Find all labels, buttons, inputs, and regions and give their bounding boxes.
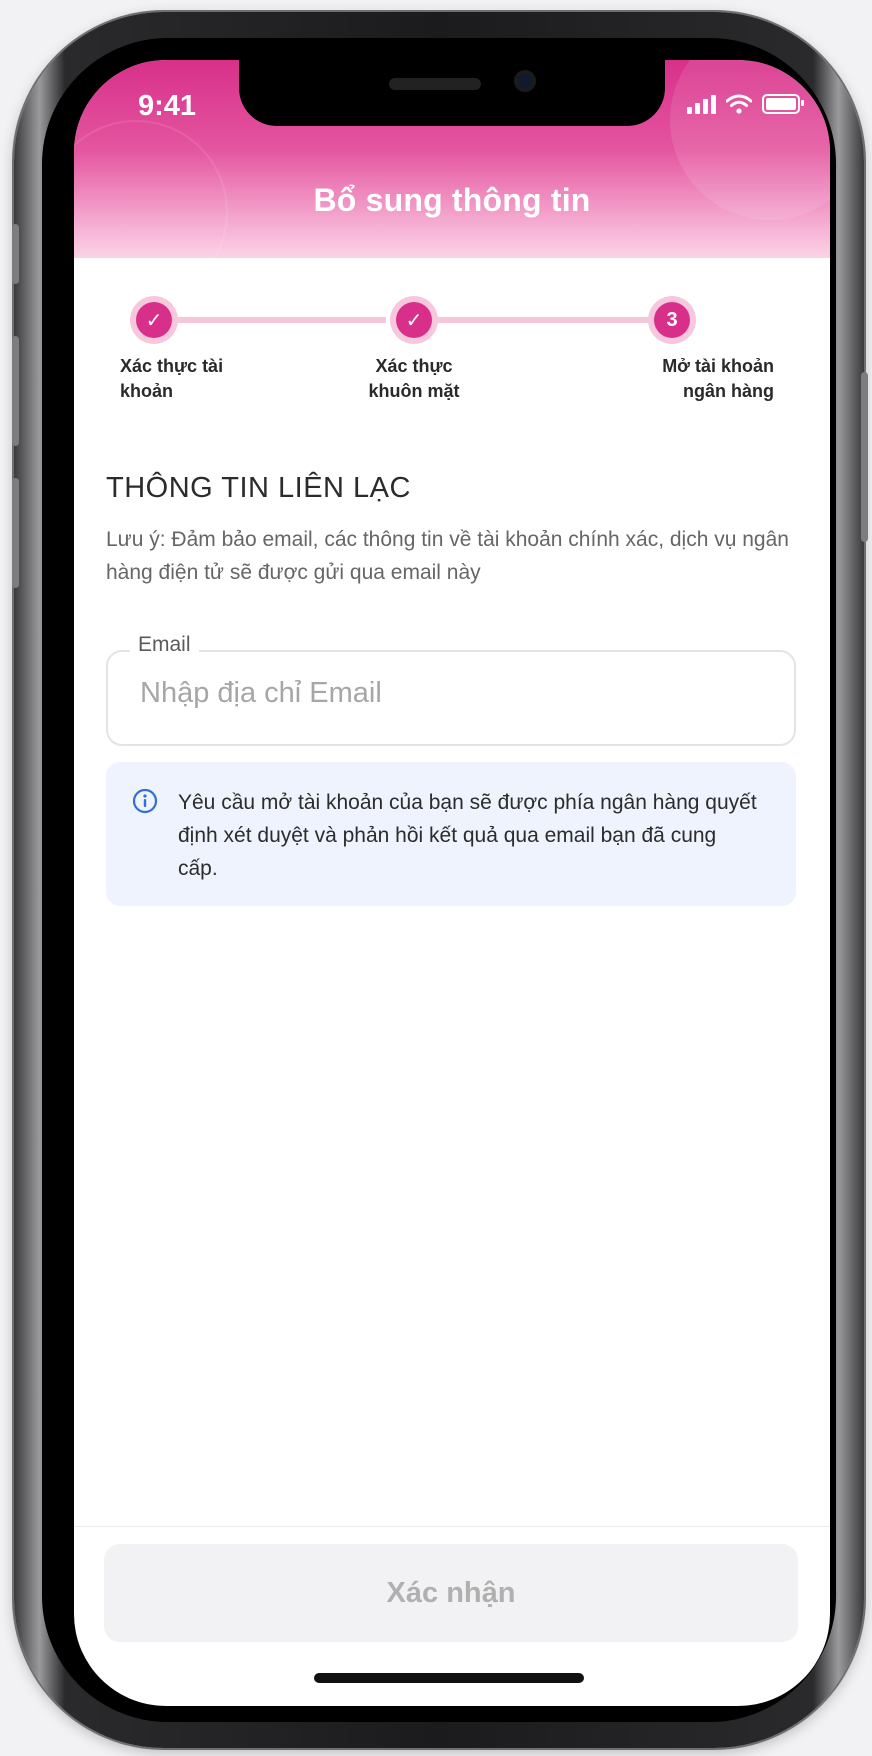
volume-up-button	[12, 336, 19, 446]
home-indicator[interactable]	[314, 1673, 584, 1683]
section-note: Lưu ý: Đảm bảo email, các thông tin về t…	[106, 528, 789, 584]
step-3-label: Mở tài khoản ngân hàng	[662, 356, 774, 401]
step-3-number: 3	[654, 302, 690, 338]
volume-down-button	[12, 478, 19, 588]
info-icon	[132, 788, 158, 814]
wifi-icon	[726, 94, 752, 114]
progress-stepper: ✓ ✓ 3 Xác thực tài khoản Xác thực khuôn …	[74, 256, 830, 406]
status-icons	[687, 94, 804, 114]
section-title: THÔNG TIN LIÊN LẠC	[106, 472, 411, 504]
power-button	[861, 372, 868, 542]
page-title: Bổ sung thông tin	[313, 182, 591, 218]
step-1-check-icon: ✓	[136, 302, 172, 338]
stepper-connector	[416, 317, 670, 323]
front-camera	[514, 70, 536, 92]
info-notice: Yêu cầu mở tài khoản của bạn sẽ được phí…	[106, 762, 796, 906]
earpiece-speaker	[389, 78, 481, 90]
footer-divider	[74, 1526, 830, 1527]
app-screen: 9:41 Bổ sung thông tin ✓ ✓ 3 Xác thực tà…	[74, 60, 830, 1706]
email-field-label: Email	[130, 633, 199, 657]
email-input[interactable]	[138, 676, 762, 711]
battery-icon	[762, 94, 804, 114]
device-notch	[239, 60, 665, 126]
status-time: 9:41	[138, 90, 197, 122]
confirm-button[interactable]: Xác nhận	[104, 1544, 798, 1642]
email-field[interactable]: Email	[106, 633, 796, 746]
step-1-label: Xác thực tài khoản	[120, 356, 224, 401]
stepper-connector	[154, 317, 386, 323]
info-notice-text: Yêu cầu mở tài khoản của bạn sẽ được phí…	[178, 791, 757, 880]
mute-switch	[12, 224, 19, 284]
step-2-label: Xác thực khuôn mặt	[368, 356, 460, 401]
step-2-check-icon: ✓	[396, 302, 432, 338]
cellular-signal-icon	[687, 94, 716, 114]
